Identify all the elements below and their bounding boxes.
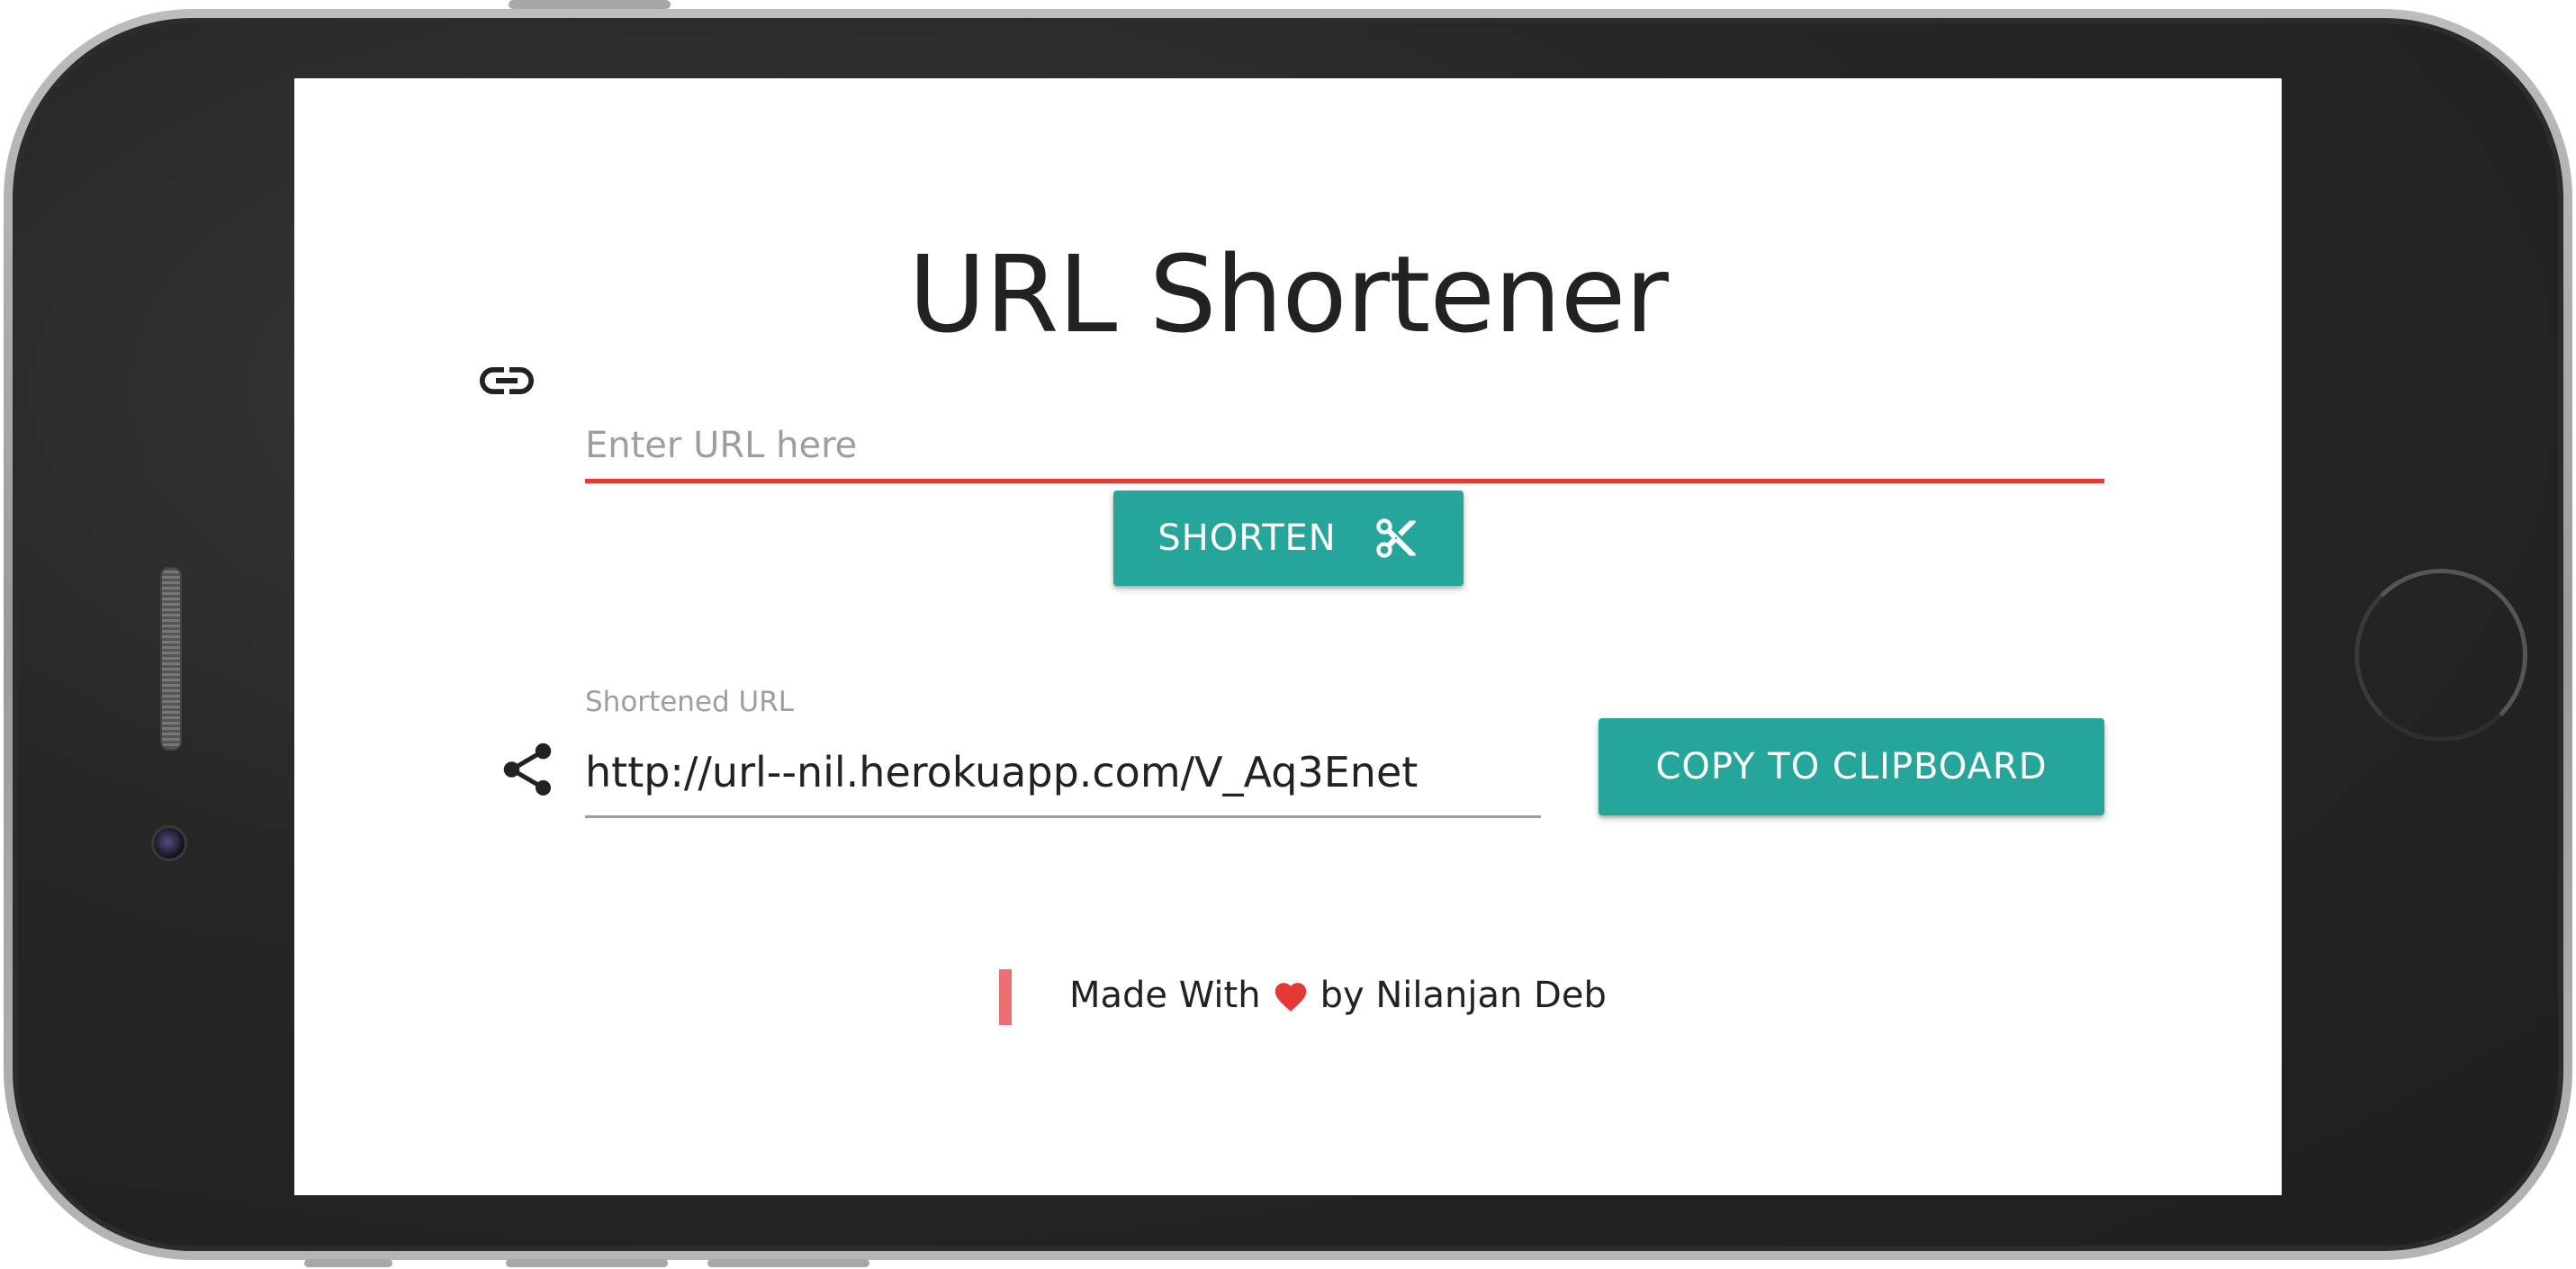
footer-author: by Nilanjan Deb (1320, 975, 1607, 1016)
shorten-button-label: SHORTEN (1157, 518, 1337, 559)
shorten-button[interactable]: SHORTEN (1113, 490, 1464, 586)
shortened-url-field[interactable] (585, 728, 1541, 818)
phone-top-button (509, 0, 671, 9)
copy-button-label: COPY TO CLIPBOARD (1655, 746, 2048, 788)
phone-speaker (160, 567, 182, 751)
scissors-icon (1376, 518, 1416, 558)
link-icon (480, 367, 534, 394)
phone-camera (151, 825, 187, 861)
app-screen: URL Shortener SHORTEN Shortened URL COPY… (294, 78, 2282, 1195)
heart-icon (1274, 983, 1306, 1012)
footer-credit: Made With by Nilanjan Deb (1069, 975, 1607, 1016)
footer-made-with: Made With (1069, 975, 1261, 1016)
footer-accent-bar (999, 969, 1012, 1025)
phone-bottom-button-2 (506, 1259, 668, 1267)
phone-bottom-button-1 (304, 1259, 392, 1267)
shortened-url-label: Shortened URL (585, 686, 795, 718)
phone-bottom-button-3 (707, 1259, 869, 1267)
url-input[interactable] (585, 411, 2104, 483)
copy-to-clipboard-button[interactable]: COPY TO CLIPBOARD (1599, 718, 2104, 815)
share-icon (503, 742, 552, 796)
page-title: URL Shortener (908, 232, 1669, 356)
home-button[interactable] (2355, 569, 2527, 742)
